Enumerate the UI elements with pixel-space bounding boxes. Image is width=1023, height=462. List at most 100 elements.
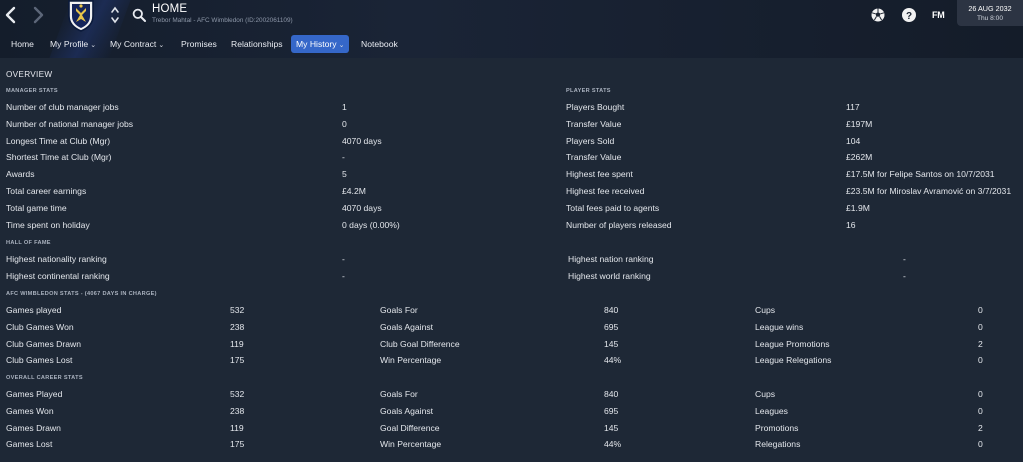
page-title: HOME (152, 3, 188, 15)
page-subtitle: Trebor Mahtal - AFC Wimbledon (ID:200206… (152, 17, 293, 24)
stat-value: 0 (978, 355, 983, 366)
menu-item-my-history[interactable]: My History ⌄ (291, 35, 350, 53)
stat-value: 0 (978, 439, 983, 450)
stat-label: Total fees paid to agents (566, 202, 660, 213)
stat-label: Goals Against (380, 321, 434, 332)
stat-value: - (903, 270, 906, 281)
chevron-down-icon: ⌄ (158, 42, 165, 49)
stat-value: 175 (230, 355, 245, 366)
stat-value: 117 (846, 102, 860, 112)
menu-item-my-contract[interactable]: My Contract ⌄ (105, 35, 169, 53)
hall-of-fame-row: Highest nationality ranking - Highest nati… (0, 251, 1023, 268)
football-icon[interactable] (870, 7, 886, 23)
stat-value: 145 (604, 422, 619, 433)
stat-value: £197M (846, 118, 873, 129)
fm-logo[interactable]: FM (932, 10, 945, 20)
career-stat-row: Games Lost 175 Win Percentage 44% Relegation… (0, 436, 1023, 453)
search-icon[interactable] (132, 8, 146, 22)
stat-label: Leagues (755, 405, 788, 416)
career-stat-row: Games Played 532 Goals For 840 Cups 0 (0, 386, 1023, 403)
stat-label: Highest nation ranking (568, 254, 654, 264)
career-stat-row: Games Won 238 Goals Against 695 Leagues 0 (0, 403, 1023, 420)
stat-value: 2 (978, 422, 983, 433)
stat-label: Relegations (755, 439, 801, 450)
stat-value: 695 (604, 321, 619, 332)
stat-value: 238 (230, 321, 245, 332)
stat-value: 0 (978, 321, 983, 332)
stat-value: £1.9M (846, 202, 870, 213)
stat-value: £262M (846, 152, 873, 163)
stat-value: 104 (846, 135, 861, 146)
club-stat-row: Club Games Lost 175 Win Percentage 44% Leagu… (0, 352, 1023, 369)
club-stat-row: Games played 532 Goals For 840 Cups 0 (0, 302, 1023, 319)
club-stat-row: Club Games Won 238 Goals Against 695 League … (0, 319, 1023, 336)
player-stat-row: Players Bought 117 (0, 99, 1023, 116)
chevron-down-icon: ⌄ (90, 42, 97, 49)
stat-label: Promotions (755, 422, 799, 433)
menu-item-relationships[interactable]: Relationships (226, 35, 288, 53)
player-stat-row: Players Sold 104 (0, 133, 1023, 150)
stat-label: Club Goal Difference (380, 338, 460, 349)
stat-value: 238 (230, 405, 245, 416)
top-bar: HOME Trebor Mahtal - AFC Wimbledon (ID:2… (0, 0, 1023, 58)
club-stats-title: AFC WIMBLEDON STATS - (4067 DAYS IN CHAR… (6, 291, 157, 297)
stat-label: Cups (755, 305, 776, 315)
player-stat-row: Number of players released 16 (0, 217, 1023, 234)
stat-value: 119 (230, 422, 244, 433)
club-crest-icon[interactable] (66, 0, 96, 32)
stat-label: Transfer Value (566, 118, 622, 129)
stat-value: 840 (604, 305, 619, 315)
stat-label: Club Games Lost (6, 355, 73, 366)
hall-of-fame-title: HALL OF FAME (6, 240, 51, 246)
current-time: Thu 8:00 (976, 15, 1004, 22)
stat-value: £23.5M for Miroslav Avramović on 3/7/203… (846, 186, 1012, 196)
stat-label: Goals For (380, 389, 418, 399)
menu-item-promises[interactable]: Promises (176, 35, 222, 53)
stat-label: Highest nationality ranking (6, 254, 107, 264)
chevron-right-icon[interactable] (30, 6, 46, 24)
stat-label: Win Percentage (380, 439, 442, 450)
menu-item-my-profile[interactable]: My Profile ⌄ (45, 35, 101, 53)
stat-value: 119 (230, 338, 244, 349)
stat-value: 16 (846, 219, 856, 230)
stat-value: 0 (978, 389, 983, 399)
stat-value: 532 (230, 389, 245, 399)
stat-label: Win Percentage (380, 355, 442, 366)
stat-value: 44% (604, 355, 622, 366)
player-stat-row: Total fees paid to agents £1.9M (0, 200, 1023, 217)
player-stats-title: PLAYER STATS (566, 88, 611, 94)
menu-item-home[interactable]: Home (6, 35, 39, 53)
chevron-left-icon[interactable] (3, 6, 19, 24)
stat-value: - (342, 270, 345, 281)
svg-text:?: ? (906, 11, 912, 22)
help-icon[interactable]: ? (901, 7, 917, 23)
stat-value: 695 (604, 405, 619, 416)
history-overview-panel: OVERVIEW MANAGER STATS Number of club ma… (0, 58, 1023, 462)
stat-label: Club Games Drawn (6, 338, 81, 349)
stat-label: Games Drawn (6, 422, 61, 433)
stat-label: Goals For (380, 305, 418, 315)
stat-label: Games Played (6, 389, 63, 399)
career-stat-row: Games Drawn 119 Goal Difference 145 Promotio… (0, 420, 1023, 437)
stat-label: League Relegations (755, 355, 832, 366)
club-stat-row: Club Games Drawn 119 Club Goal Difference 1… (0, 336, 1023, 353)
menu-item-notebook[interactable]: Notebook (356, 35, 403, 53)
stat-label: Highest fee received (566, 186, 645, 196)
player-stat-row: Highest fee spent £17.5M for Felipe Santo… (0, 166, 1023, 183)
stat-label: Goals Against (380, 405, 434, 416)
up-down-arrows-icon[interactable] (110, 5, 120, 25)
player-stat-row: Highest fee received £23.5M for Miroslav … (0, 183, 1023, 200)
stat-value: 0 (978, 305, 983, 315)
stat-value: 145 (604, 338, 619, 349)
stat-label: Games Lost (6, 439, 53, 450)
stat-label: Highest continental ranking (6, 270, 110, 281)
stat-label: League wins (755, 321, 804, 332)
stat-value: 175 (230, 439, 245, 450)
career-stats-title: OVERALL CAREER STATS (6, 375, 83, 381)
stat-label: Highest fee spent (566, 169, 633, 180)
stat-label: Games Won (6, 405, 54, 416)
stat-label: Cups (755, 389, 776, 399)
date-time-button[interactable]: 26 AUG 2032 Thu 8:00 (957, 0, 1023, 26)
stat-label: Transfer Value (566, 152, 622, 163)
stat-label: Goal Difference (380, 422, 440, 433)
